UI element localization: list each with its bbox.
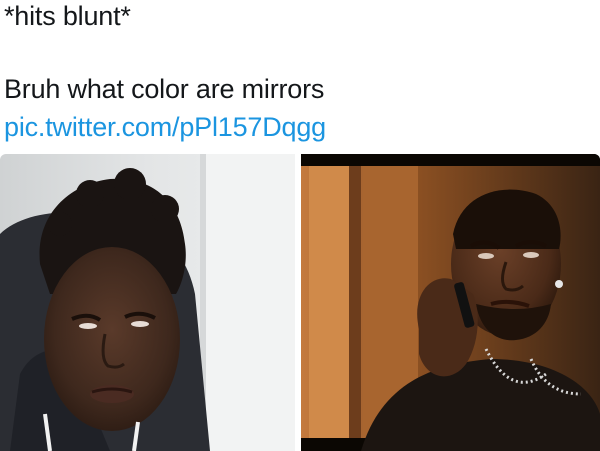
tweet-text-line-2: Bruh what color are mirrors [4, 74, 325, 104]
man-on-phone-photo-graphic [301, 154, 600, 451]
man-in-hoodie-photo-graphic [0, 154, 295, 451]
tweet-card: *hits blunt* Bruh what color are mirrors… [0, 0, 600, 451]
left-photo[interactable] [0, 154, 295, 451]
right-photo[interactable] [301, 154, 600, 451]
tweet-media-link[interactable]: pic.twitter.com/pPl157Dqgg [4, 111, 326, 143]
tweet-text-line-1: *hits blunt* [4, 1, 131, 31]
